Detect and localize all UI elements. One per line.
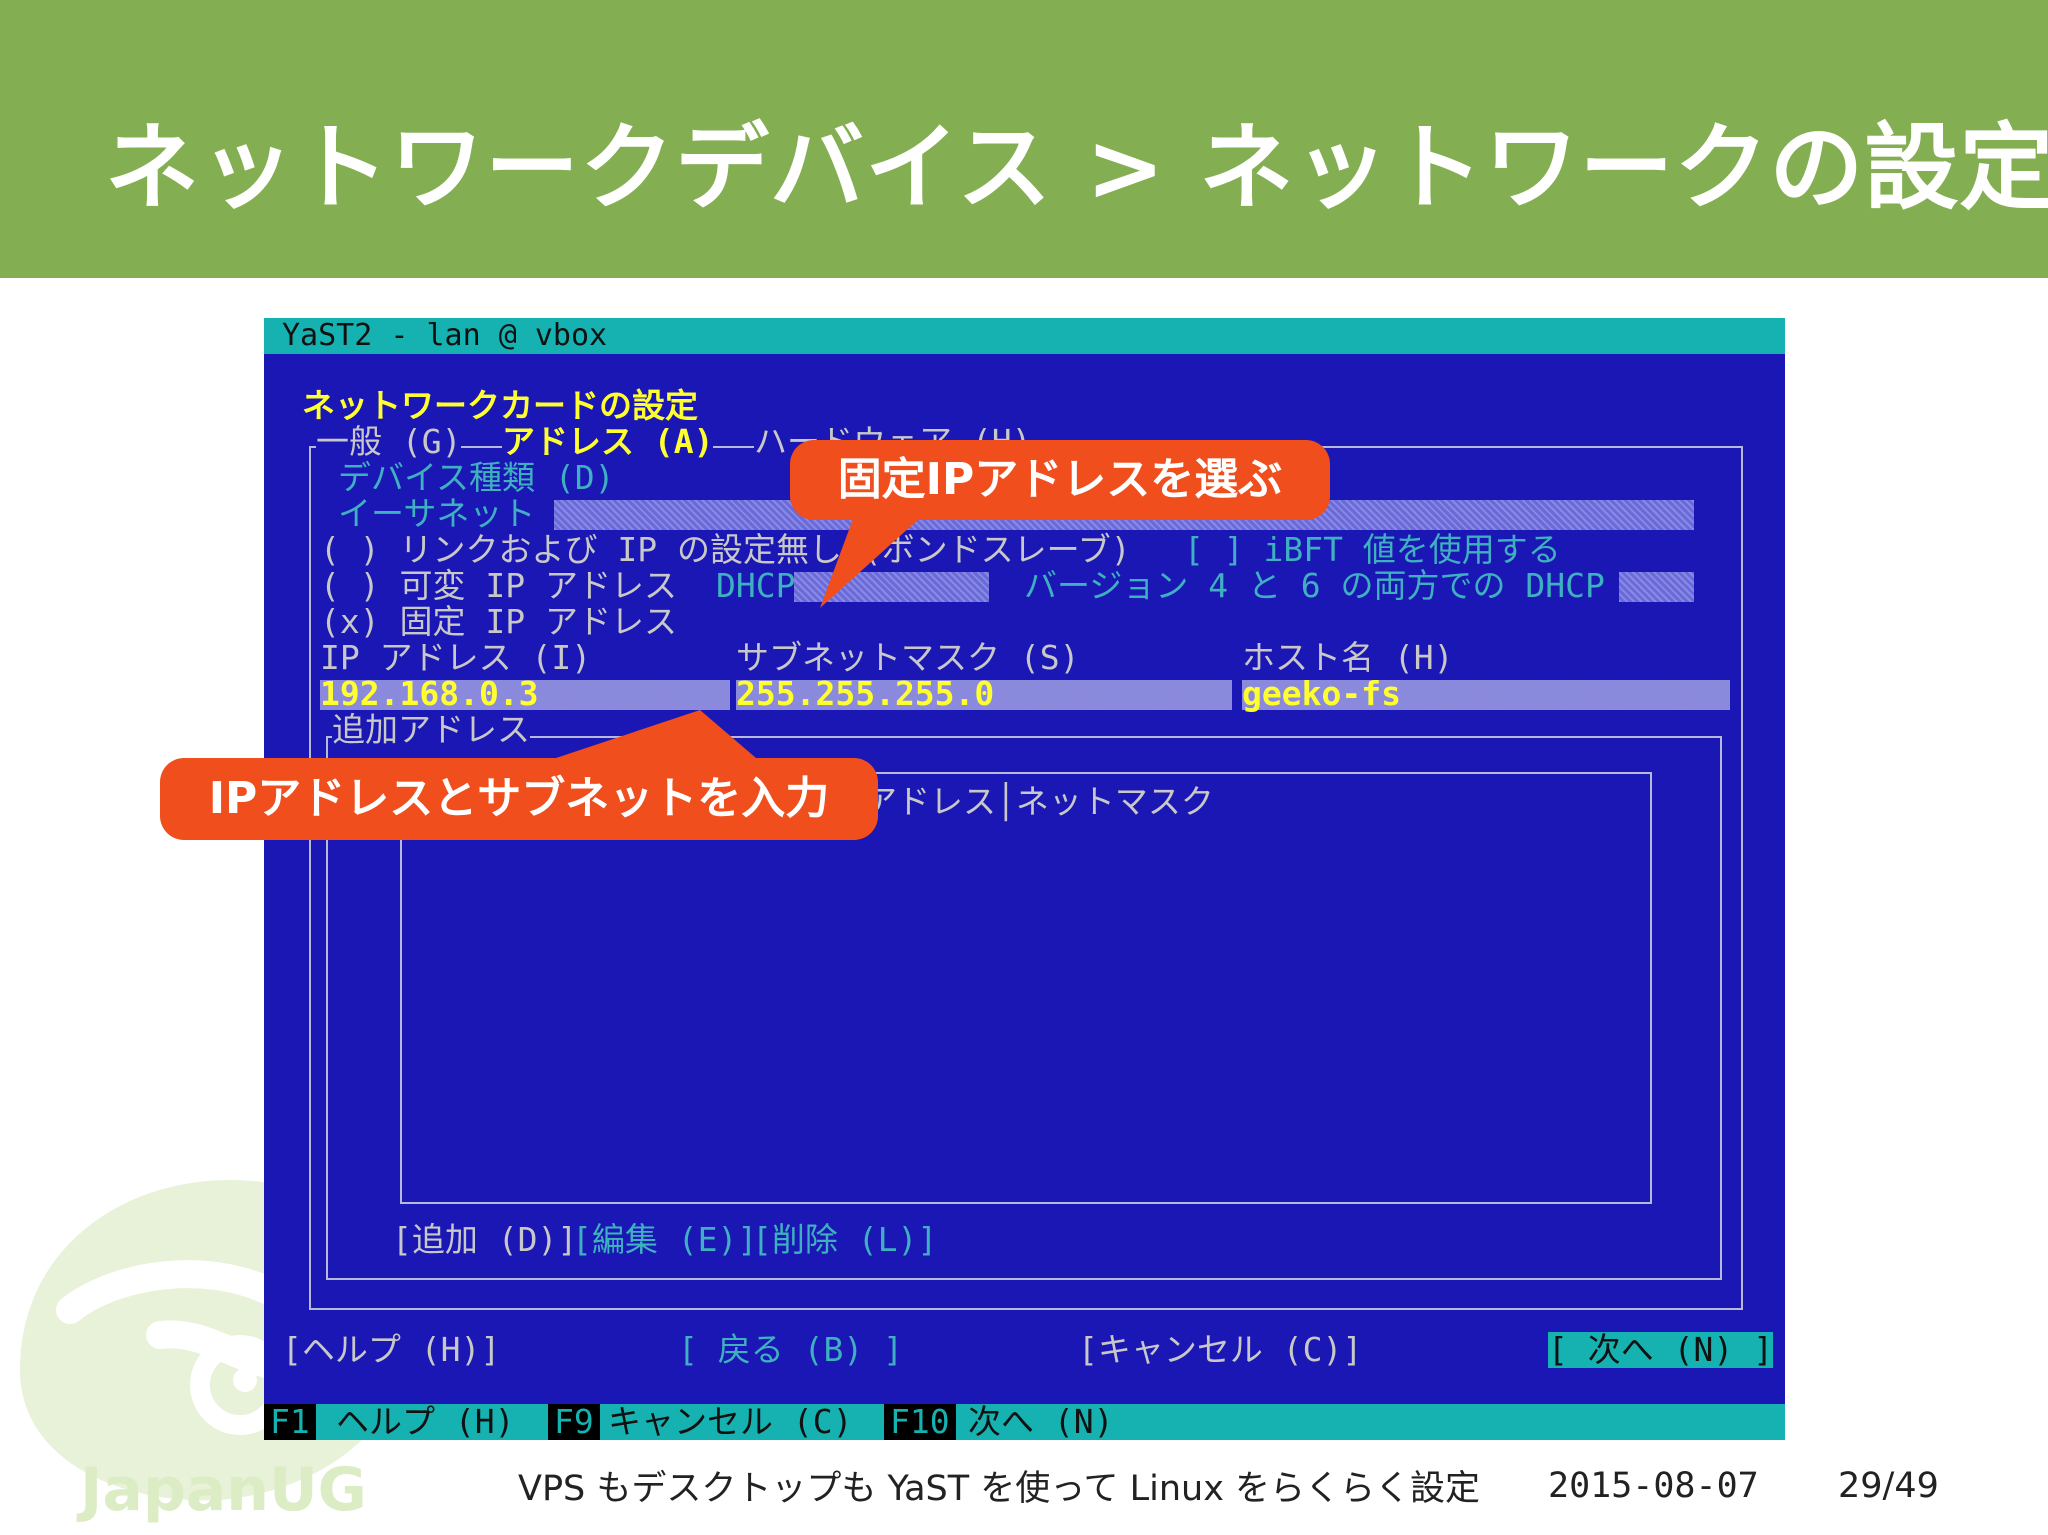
f9-label[interactable]: キャンセル (C)	[608, 1404, 852, 1440]
tab-address[interactable]: アドレス (A)	[502, 424, 714, 460]
add-button[interactable]: [追加 (D)]	[392, 1222, 577, 1258]
f10-label[interactable]: 次へ (N)	[968, 1404, 1113, 1440]
checkbox-ibft[interactable]: [ ] iBFT 値を使用する	[1184, 532, 1561, 568]
footer-caption: VPS もデスクトップも YaST を使って Linux をらくらく設定	[518, 1469, 1481, 1509]
callout-static-ip: 固定IPアドレスを選ぶ	[790, 440, 1330, 520]
device-type-value[interactable]: イーサネット	[338, 496, 535, 532]
dialog-title: ネットワークカードの設定	[302, 386, 698, 425]
dhcp-version-label[interactable]: バージョン 4 と 6 の両方での DHCP	[1024, 568, 1605, 604]
slide-header: ネットワークデバイス > ネットワークの設定	[0, 0, 2048, 278]
next-button[interactable]: [ 次へ (N) ]	[1548, 1332, 1773, 1368]
subnet-mask-label: サブネットマスク (S)	[736, 638, 1080, 677]
f9-key[interactable]: F9	[548, 1404, 600, 1440]
function-key-bar: F1 ヘルプ (H) F9 キャンセル (C) F10 次へ (N)	[264, 1404, 1785, 1440]
page-number: 29/49	[1838, 1466, 1939, 1506]
f1-label[interactable]: ヘルプ (H)	[336, 1404, 514, 1440]
f1-key[interactable]: F1	[264, 1404, 316, 1440]
delete-button[interactable]: [削除 (L)]	[752, 1222, 937, 1258]
hostname-label: ホスト名 (H)	[1242, 638, 1454, 677]
terminal-titlebar: YaST2 - lan @ vbox	[264, 318, 1785, 354]
radio-dynamic-ip[interactable]: ( ) 可変 IP アドレス	[320, 568, 677, 604]
additional-addresses-label: 追加アドレス	[332, 710, 530, 749]
tab-general[interactable]: 一般 (G)	[316, 424, 462, 460]
dhcp-version-select-fill[interactable]	[1619, 572, 1694, 602]
hostname-input[interactable]: geeko-fs	[1242, 676, 1401, 712]
help-button[interactable]: [ヘルプ (H)]	[282, 1332, 500, 1368]
ip-address-label: IP アドレス (I)	[320, 638, 592, 677]
cancel-button[interactable]: [キャンセル (C)]	[1078, 1332, 1362, 1368]
radio-static-ip[interactable]: (x) 固定 IP アドレス	[320, 604, 677, 640]
dhcp-mode-label[interactable]: DHCP	[716, 568, 795, 604]
slide-title: ネットワークデバイス > ネットワークの設定	[105, 114, 2048, 223]
footer-date: 2015-08-07	[1548, 1466, 1759, 1506]
device-type-label: デバイス種類 (D)	[338, 458, 615, 497]
callout-ip-subnet: IPアドレスとサブネットを入力	[160, 758, 878, 840]
table-header: アドレス│ネットマスク	[864, 782, 1214, 821]
japan-ug-watermark: JapanUG	[80, 1455, 367, 1525]
back-button[interactable]: [ 戻る (B) ]	[678, 1332, 903, 1368]
ip-address-input[interactable]: 192.168.0.3	[320, 676, 539, 712]
f10-key[interactable]: F10	[884, 1404, 956, 1440]
edit-button[interactable]: [編集 (E)]	[572, 1222, 757, 1258]
radio-no-link[interactable]: ( ) リンクおよび IP の設定無し (ボンドスレーブ)	[320, 532, 1131, 568]
